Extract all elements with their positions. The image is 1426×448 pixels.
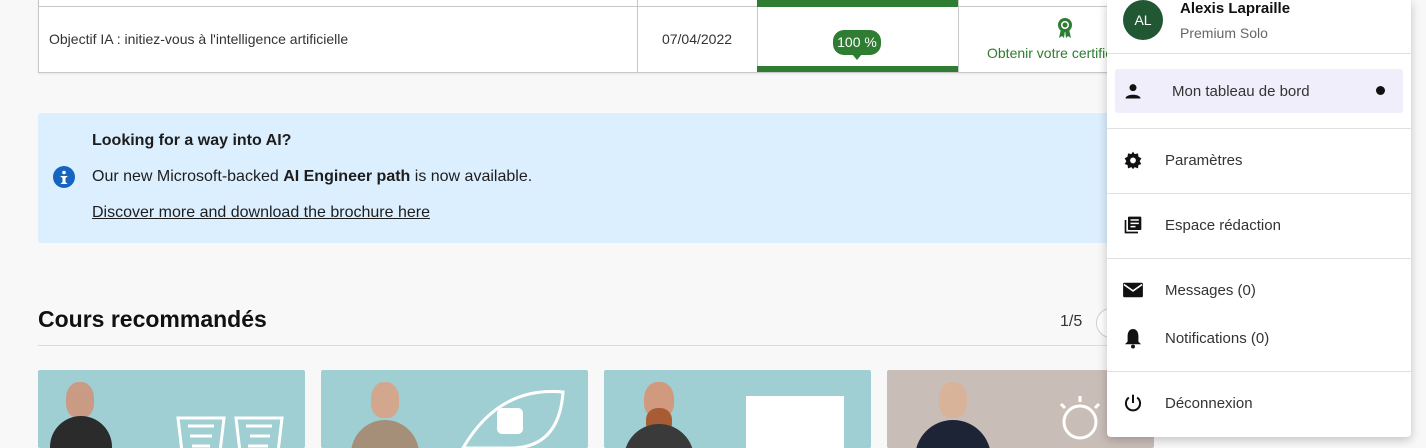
bell-icon xyxy=(1122,327,1144,349)
gear-icon xyxy=(1122,149,1144,171)
menu-item-label: Notifications (0) xyxy=(1165,329,1270,347)
menu-divider xyxy=(1107,371,1411,372)
progress-cell: 100 % xyxy=(757,0,958,72)
progress-bar-previous xyxy=(757,0,958,7)
banner-text-start: Our new Microsoft-backed xyxy=(92,168,284,185)
menu-divider xyxy=(1107,258,1411,259)
award-icon xyxy=(1057,17,1073,44)
menu-item-label: Paramètres xyxy=(1165,151,1243,169)
menu-item-label: Mon tableau de bord xyxy=(1172,82,1310,100)
library-icon xyxy=(1122,214,1144,236)
menu-item-label: Messages (0) xyxy=(1165,281,1256,299)
user-menu: AL Alexis Lapraille Premium Solo Mon tab… xyxy=(1107,0,1411,437)
course-table: Objectif IA : initiez-vous à l'intellige… xyxy=(38,0,1118,73)
banner-text: Our new Microsoft-backed AI Engineer pat… xyxy=(92,168,532,186)
menu-item-label: Déconnexion xyxy=(1165,394,1253,412)
progress-bar xyxy=(757,66,958,72)
menu-item-messages[interactable]: Messages (0) xyxy=(1115,268,1403,312)
menu-item-label: Espace rédaction xyxy=(1165,216,1281,234)
section-title: Cours recommandés xyxy=(38,306,267,332)
banner-text-bold: AI Engineer path xyxy=(283,168,411,185)
carousel-pager: 1/5 xyxy=(1060,313,1083,330)
course-card[interactable] xyxy=(604,370,871,448)
user-name: Alexis Lapraille xyxy=(1180,0,1291,17)
course-card[interactable] xyxy=(321,370,588,448)
divider xyxy=(38,345,1118,346)
js-icon xyxy=(746,396,844,448)
course-card[interactable] xyxy=(38,370,305,448)
menu-divider xyxy=(1107,128,1411,129)
info-banner: Looking for a way into AI? Our new Micro… xyxy=(38,113,1118,243)
info-icon xyxy=(53,166,75,188)
menu-item-settings[interactable]: Paramètres xyxy=(1115,138,1403,182)
menu-divider xyxy=(1107,53,1411,54)
menu-item-notifications[interactable]: Notifications (0) xyxy=(1115,316,1403,360)
avatar: AL xyxy=(1123,0,1163,40)
person-icon xyxy=(1122,80,1144,102)
menu-item-dashboard[interactable]: Mon tableau de bord xyxy=(1115,69,1403,113)
active-indicator xyxy=(1376,86,1385,95)
menu-divider xyxy=(1107,193,1411,194)
menu-item-logout[interactable]: Déconnexion xyxy=(1115,381,1403,425)
banner-text-end: is now available. xyxy=(410,168,533,185)
power-icon xyxy=(1122,392,1144,414)
course-date: 07/04/2022 xyxy=(661,31,733,47)
html5-icon xyxy=(176,416,284,448)
menu-item-writing-space[interactable]: Espace rédaction xyxy=(1115,203,1403,247)
python-rocket-icon xyxy=(461,390,565,448)
certificate-link[interactable]: Obtenir votre certificat xyxy=(987,45,1117,61)
course-title[interactable]: Objectif IA : initiez-vous à l'intellige… xyxy=(49,31,348,47)
mail-icon xyxy=(1122,279,1144,301)
banner-title: Looking for a way into AI? xyxy=(92,132,292,149)
brochure-link[interactable]: Discover more and download the brochure … xyxy=(92,204,430,222)
user-plan: Premium Solo xyxy=(1180,25,1268,41)
lightbulb-icon xyxy=(1059,396,1101,440)
certificate-cell: Obtenir votre certificat xyxy=(959,0,1117,72)
progress-badge: 100 % xyxy=(833,30,881,60)
